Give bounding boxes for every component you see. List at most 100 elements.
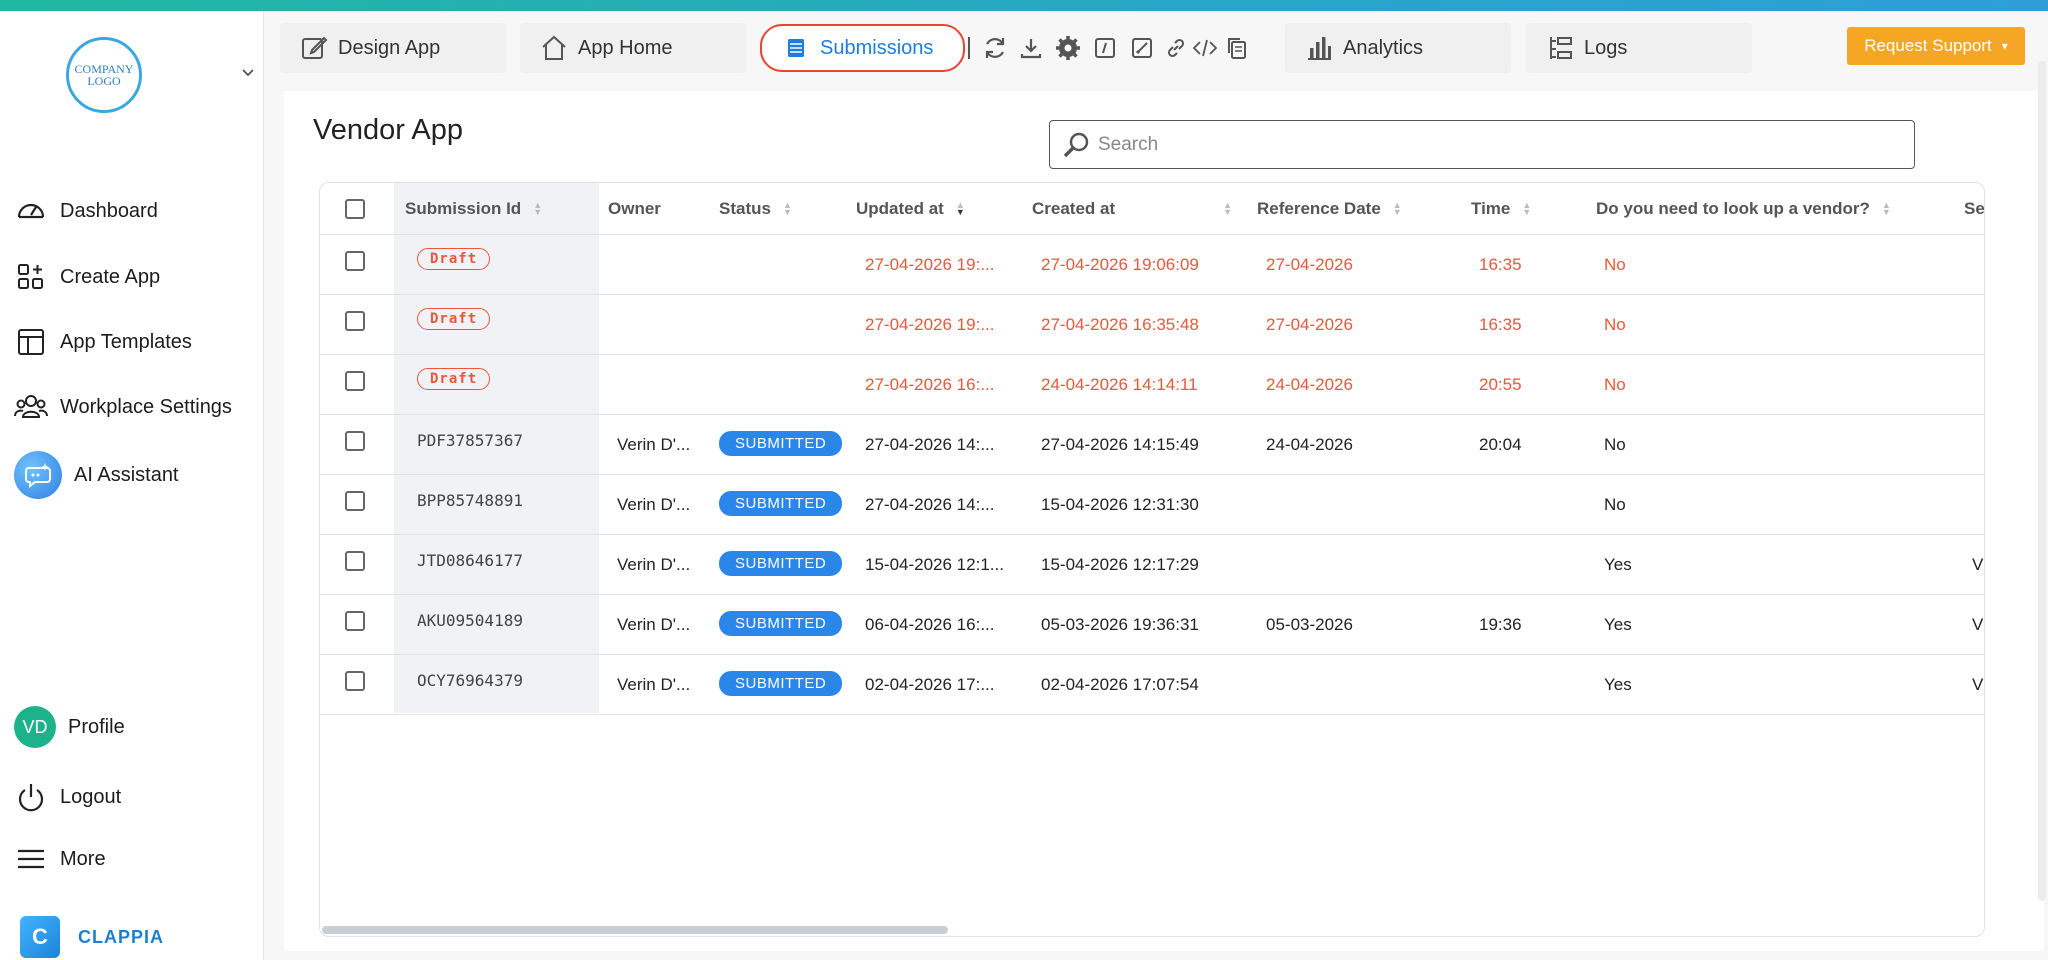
code-icon[interactable] <box>1190 33 1220 63</box>
reference-date-cell: 05-03-2026 <box>1266 615 1353 634</box>
main-area: Design App App Home Submissions Analytic… <box>264 11 2048 960</box>
sidebar-item-more[interactable]: More <box>14 839 106 879</box>
table-row[interactable]: OCY76964379 Verin D'... SUBMITTED 02-04-202… <box>320 655 1984 715</box>
table-header: Submission Id ▲ ▼ Owner Status ▲ ▼ Updated a… <box>320 183 1984 235</box>
submission-id-cell[interactable]: Draft <box>417 308 491 330</box>
column-header-time[interactable]: Time ▲ ▼ <box>1471 199 1531 219</box>
tab-app-home[interactable]: App Home <box>520 23 746 73</box>
link-icon[interactable] <box>1161 33 1191 63</box>
sort-icon: ▲ ▼ <box>1522 200 1532 217</box>
submission-id-cell[interactable]: Draft <box>417 248 491 270</box>
status-badge: SUBMITTED <box>719 671 843 696</box>
column-header-status[interactable]: Status ▲ ▼ <box>719 199 792 219</box>
created-at-cell: 02-04-2026 17:07:54 <box>1041 675 1199 694</box>
tab-analytics[interactable]: Analytics <box>1285 23 1511 73</box>
submission-id-cell[interactable]: AKU09504189 <box>417 611 523 630</box>
submission-id-cell[interactable]: OCY76964379 <box>417 671 523 690</box>
row-checkbox[interactable] <box>345 671 365 691</box>
updated-at-cell: 15-04-2026 12:1... <box>865 555 1004 574</box>
company-logo[interactable]: COMPANY LOGO <box>66 37 142 113</box>
clappia-logo-icon: C <box>20 916 60 958</box>
created-at-cell: 15-04-2026 12:31:30 <box>1041 495 1199 514</box>
submission-id-cell[interactable]: Draft <box>417 368 491 390</box>
request-support-button[interactable]: Request Support ▾ <box>1847 27 2025 65</box>
column-header-owner[interactable]: Owner <box>608 199 661 219</box>
table-row[interactable]: Draft 27-04-2026 19:... 27-04-2026 16:35:4… <box>320 295 1984 355</box>
settings-gear-icon[interactable] <box>1053 33 1083 63</box>
submission-id-cell[interactable]: JTD08646177 <box>417 551 523 570</box>
updated-at-cell: 27-04-2026 14:... <box>865 435 995 454</box>
lookup-vendor-cell: No <box>1604 495 1626 514</box>
sidebar-item-label: Workplace Settings <box>60 395 232 418</box>
sidebar-item-label: App Templates <box>60 330 192 353</box>
tab-submissions[interactable]: Submissions <box>760 24 965 72</box>
sidebar-item-create-app[interactable]: Create App <box>14 257 160 297</box>
tab-logs[interactable]: Logs <box>1526 23 1752 73</box>
search-box[interactable] <box>1049 120 1915 169</box>
sidebar-item-label: Dashboard <box>60 199 158 222</box>
chevron-down-icon[interactable] <box>240 64 256 80</box>
edit-note-icon[interactable] <box>1127 33 1157 63</box>
lookup-vendor-cell: No <box>1604 435 1626 454</box>
sidebar-item-logout[interactable]: Logout <box>14 777 121 817</box>
bar-chart-icon <box>1305 34 1333 62</box>
status-cell: SUBMITTED <box>719 671 843 696</box>
column-header-updated-at[interactable]: Updated at ▲ ▼ <box>856 199 965 219</box>
submission-id-cell[interactable]: BPP85748891 <box>417 491 523 510</box>
table-row[interactable]: PDF37857367 Verin D'... SUBMITTED 27-04-202… <box>320 415 1984 475</box>
sidebar-item-profile[interactable]: VD Profile <box>14 706 125 748</box>
logs-icon <box>1546 34 1574 62</box>
page-script-icon[interactable] <box>1090 33 1120 63</box>
search-input[interactable] <box>1098 133 1878 156</box>
column-header-submission-id[interactable]: Submission Id ▲ ▼ <box>405 199 542 219</box>
tab-label: Submissions <box>820 36 934 59</box>
users-group-icon <box>14 390 48 424</box>
sidebar-item-label: Logout <box>60 785 122 808</box>
copy-icon[interactable] <box>1222 33 1252 63</box>
page-title: Vendor App <box>313 114 463 146</box>
column-header-reference-date[interactable]: Reference Date ▲ ▼ <box>1257 199 1402 219</box>
content-panel: Vendor App Submission Id▲▼ Owner Status▲… <box>284 91 2044 951</box>
edit-square-icon <box>300 34 328 62</box>
vertical-scrollbar[interactable] <box>2038 61 2046 901</box>
row-checkbox[interactable] <box>345 491 365 511</box>
top-accent-bar <box>0 0 2048 11</box>
refresh-icon[interactable] <box>980 33 1010 63</box>
horizontal-scrollbar[interactable] <box>322 926 948 934</box>
status-badge: SUBMITTED <box>719 611 843 636</box>
extra-cell: V· <box>1972 675 1984 694</box>
sidebar-item-workplace-settings[interactable]: Workplace Settings <box>14 387 232 427</box>
download-icon[interactable] <box>1016 33 1046 63</box>
sidebar-item-dashboard[interactable]: Dashboard <box>14 191 158 231</box>
table-row[interactable]: Draft 27-04-2026 16:... 24-04-2026 14:14:1… <box>320 355 1984 415</box>
sort-icon: ▲ ▼ <box>1392 200 1402 217</box>
row-checkbox[interactable] <box>345 551 365 571</box>
row-checkbox[interactable] <box>345 311 365 331</box>
table-row[interactable]: BPP85748891 Verin D'... SUBMITTED 27-04-202… <box>320 475 1984 535</box>
row-checkbox[interactable] <box>345 431 365 451</box>
updated-at-cell: 27-04-2026 19:... <box>865 315 995 334</box>
row-checkbox[interactable] <box>345 251 365 271</box>
tab-design-app[interactable]: Design App <box>280 23 506 73</box>
table-row[interactable]: Draft 27-04-2026 19:... 27-04-2026 19:06:0… <box>320 235 1984 295</box>
clappia-brand[interactable]: C CLAPPIA <box>20 916 164 958</box>
power-icon <box>14 780 48 814</box>
row-checkbox[interactable] <box>345 611 365 631</box>
sidebar-item-label: Profile <box>68 715 125 738</box>
table-row[interactable]: AKU09504189 Verin D'... SUBMITTED 06-04-202… <box>320 595 1984 655</box>
lookup-vendor-cell: Yes <box>1604 615 1632 634</box>
submission-id-cell[interactable]: PDF37857367 <box>417 431 523 450</box>
time-cell: 20:55 <box>1479 375 1522 394</box>
column-header-se[interactable]: Se <box>1964 199 1984 219</box>
owner-cell: Verin D'... <box>617 555 691 574</box>
column-header-lookup-vendor[interactable]: Do you need to look up a vendor? ▲ ▼ <box>1596 199 1891 219</box>
column-header-created-at[interactable]: Created at ▲ ▼ <box>1032 199 1232 219</box>
status-cell: SUBMITTED <box>719 431 843 456</box>
select-all-checkbox[interactable] <box>345 199 365 219</box>
row-checkbox[interactable] <box>345 371 365 391</box>
create-app-grid-icon <box>14 260 48 294</box>
sidebar-item-app-templates[interactable]: App Templates <box>14 322 192 362</box>
sidebar-item-ai-assistant[interactable]: AI Assistant <box>14 451 179 499</box>
table-row[interactable]: JTD08646177 Verin D'... SUBMITTED 15-04-202… <box>320 535 1984 595</box>
owner-cell: Verin D'... <box>617 495 691 514</box>
